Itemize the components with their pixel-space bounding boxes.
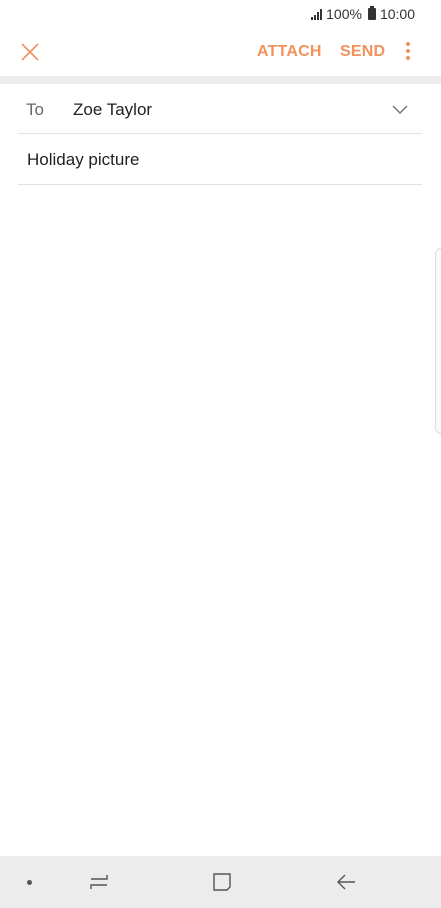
- attach-button[interactable]: ATTACH: [257, 43, 322, 61]
- back-button[interactable]: [335, 872, 357, 892]
- to-label: To: [26, 100, 44, 119]
- status-right: 100% 10:00: [311, 6, 415, 22]
- action-bar: ATTACH SEND: [0, 30, 441, 76]
- edge-panel-handle[interactable]: [435, 248, 441, 434]
- recipient-row[interactable]: To Zoe Taylor: [18, 84, 422, 134]
- email-compose-screen: 100% 10:00 ATTACH SEND To Zoe Taylor Hol…: [0, 0, 441, 908]
- signal-icon: [311, 8, 323, 20]
- recipient-field[interactable]: Zoe Taylor: [73, 100, 152, 120]
- home-icon: [213, 873, 231, 891]
- close-button[interactable]: [18, 40, 42, 64]
- message-body-field[interactable]: [18, 186, 422, 846]
- recents-icon: [90, 875, 108, 889]
- navigation-bar: [0, 856, 441, 908]
- header-divider: [0, 76, 441, 84]
- status-bar: 100% 10:00: [0, 0, 441, 30]
- status-time: 10:00: [379, 6, 415, 22]
- more-options-button[interactable]: [400, 40, 416, 62]
- recents-button[interactable]: [88, 872, 110, 892]
- more-vert-icon: [406, 42, 410, 46]
- more-vert-icon-dot: [406, 49, 410, 53]
- home-button[interactable]: [212, 872, 232, 892]
- nav-dot-icon[interactable]: [27, 880, 32, 885]
- expand-recipients-button[interactable]: [392, 102, 408, 115]
- more-vert-icon-dot: [406, 56, 410, 60]
- subject-row[interactable]: Holiday picture: [18, 134, 422, 185]
- chevron-down-icon: [392, 105, 408, 115]
- battery-icon: [367, 6, 376, 20]
- send-button[interactable]: SEND: [340, 43, 385, 61]
- back-icon: [337, 874, 355, 890]
- battery-percent: 100%: [326, 6, 362, 22]
- close-icon: [21, 43, 39, 61]
- subject-field[interactable]: Holiday picture: [27, 150, 139, 170]
